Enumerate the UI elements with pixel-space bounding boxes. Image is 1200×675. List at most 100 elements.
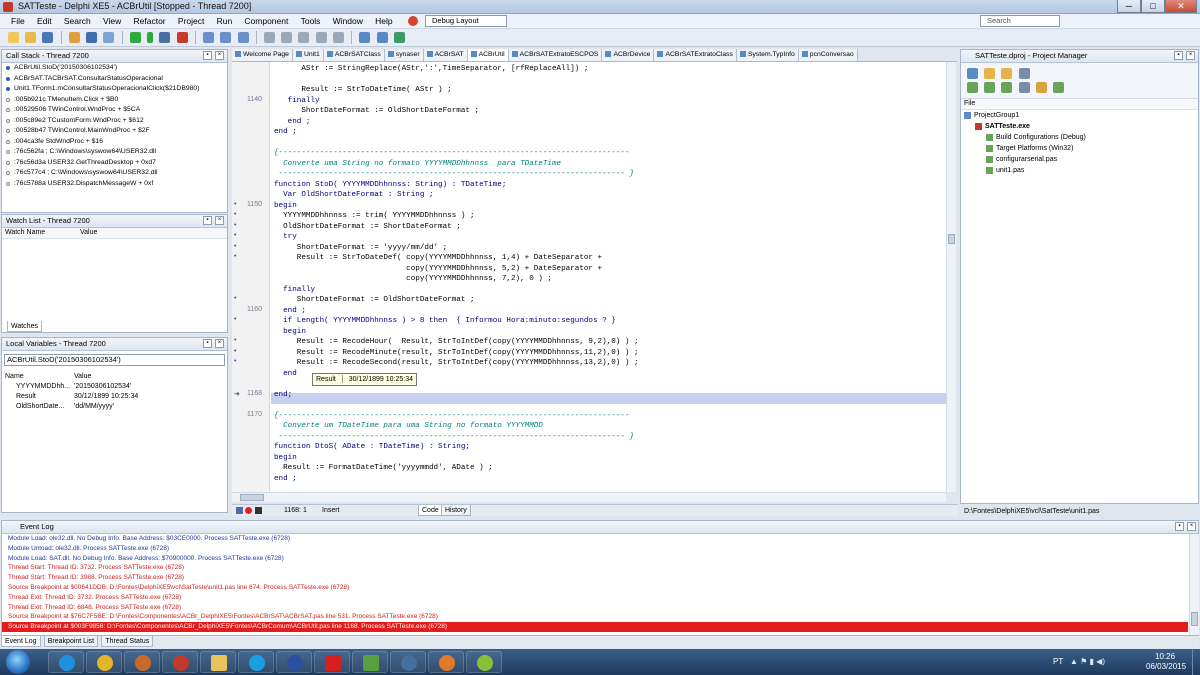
language-indicator[interactable]: PT (1053, 657, 1063, 666)
align-left-icon[interactable] (263, 32, 275, 43)
pause-icon[interactable] (159, 32, 171, 43)
new-icon[interactable] (8, 32, 19, 43)
align-center-icon[interactable] (281, 32, 293, 43)
event-log-row[interactable]: Module Unload: ole32.dll. Process SATTes… (2, 544, 1188, 554)
event-log-row[interactable]: Thread Exit: Thread ID: 6848. Process SA… (2, 603, 1188, 613)
local-variable-row[interactable]: Result 30/12/1899 10:25:34 (2, 392, 227, 402)
breakpoint-dot-icon[interactable]: • (234, 358, 239, 365)
close-panel-icon[interactable]: × (215, 216, 224, 225)
build-icon[interactable] (1035, 82, 1047, 93)
step-over-icon[interactable] (203, 32, 215, 43)
event-log-row[interactable]: Source Breakpoint at $00641DDB: D:\Fonte… (2, 583, 1188, 593)
editor-tab[interactable]: pcnConversao (798, 49, 858, 61)
taskbar-java[interactable] (428, 651, 464, 673)
menu-window[interactable]: Window (328, 14, 368, 29)
activate-icon[interactable] (967, 68, 978, 79)
layout-combo[interactable]: Debug Layout (425, 15, 507, 27)
local-col-value[interactable]: Value (74, 372, 91, 382)
close-button[interactable]: ✕ (1165, 0, 1197, 13)
grid-icon[interactable] (315, 32, 327, 43)
local-variables-combo[interactable]: ACBrUtil.StoD('20150306102534') (4, 354, 225, 366)
clock-time[interactable]: 10:26 (1155, 652, 1175, 661)
save-all-icon[interactable] (86, 32, 98, 43)
local-col-name[interactable]: Name (5, 372, 24, 382)
open-project-icon[interactable] (68, 32, 80, 43)
options-icon[interactable] (1018, 68, 1030, 79)
editor-hscrollbar[interactable] (232, 492, 946, 502)
tab-breakpoint-list[interactable]: Breakpoint List (43, 636, 99, 647)
new-item-icon[interactable] (984, 68, 996, 79)
menu-view[interactable]: View (98, 14, 126, 29)
start-button[interactable] (6, 650, 30, 674)
compile-icon[interactable] (1053, 82, 1065, 93)
show-desktop-button[interactable] (1192, 649, 1200, 675)
view-icon[interactable] (1018, 82, 1030, 93)
breakpoint-dot-icon[interactable]: • (234, 243, 239, 250)
project-tree-item[interactable]: unit1.pas (961, 165, 1198, 176)
project-tree-item[interactable]: SATTeste.exe (961, 121, 1198, 132)
sync-icon[interactable] (967, 82, 978, 93)
add-file-icon[interactable] (103, 32, 115, 43)
run-to-cursor-icon[interactable] (237, 32, 249, 43)
maximize-button[interactable]: □ (1141, 0, 1165, 13)
project-tree-item[interactable]: Target Platforms (Win32) (961, 143, 1198, 154)
pin-icon[interactable]: ▪ (203, 216, 212, 225)
editor-tab[interactable]: ACBrUtil (467, 49, 509, 61)
run-icon[interactable] (129, 32, 141, 43)
editor-tab[interactable]: ACBrDevice (602, 49, 655, 61)
menu-tools[interactable]: Tools (296, 14, 326, 29)
editor-tab[interactable]: ACBrSATExtratoClass (654, 49, 737, 61)
editor-tab[interactable]: Welcome Page (232, 49, 293, 61)
menu-refactor[interactable]: Refactor (129, 14, 171, 29)
breakpoint-dot-icon[interactable]: • (234, 222, 239, 229)
taskbar-app9[interactable] (352, 651, 388, 673)
breakpoint-dot-icon[interactable]: • (234, 232, 239, 239)
collapse-icon[interactable] (1001, 82, 1013, 93)
search-input[interactable]: Search (980, 15, 1060, 27)
close-panel-icon[interactable]: × (1187, 522, 1196, 531)
taskbar-chrome[interactable] (86, 651, 122, 673)
breakpoint-dot-icon[interactable]: • (234, 348, 239, 355)
event-log-row[interactable]: Thread Start: Thread ID: 3732. Process S… (2, 563, 1188, 573)
editor-vscrollbar[interactable] (946, 62, 956, 492)
call-stack-item[interactable]: :00529506 TWinControl.WndProc + $5CA (2, 105, 227, 116)
breakpoint-dot-icon[interactable]: • (234, 201, 239, 208)
minimize-button[interactable]: ─ (1117, 0, 1141, 13)
taskbar-explorer[interactable] (200, 651, 236, 673)
call-stack-item[interactable]: :004ca3fe StdWndProc + $16 (2, 137, 227, 148)
event-log-row[interactable]: Thread Start: Thread ID: 3988. Process S… (2, 573, 1188, 583)
menu-project[interactable]: Project (173, 14, 209, 29)
breakpoint-dot-icon[interactable]: • (234, 211, 239, 218)
tab-code[interactable]: Code (418, 505, 443, 516)
event-log-row[interactable]: Module Load: SAT.dll. No Debug Info. Bas… (2, 554, 1188, 564)
size-icon[interactable] (332, 32, 344, 43)
taskbar-delphi[interactable] (162, 651, 198, 673)
editor-tab[interactable]: ACBrSATClass (323, 49, 385, 61)
menu-search[interactable]: Search (59, 14, 96, 29)
project-tree-item[interactable]: configurarserial.pas (961, 154, 1198, 165)
breakpoint-dot-icon[interactable]: • (234, 253, 239, 260)
layout-icon[interactable] (408, 16, 418, 26)
taskbar-skype[interactable] (238, 651, 274, 673)
call-stack-item[interactable]: :76c562fa ; C:\Windows\syswow64\USER32.d… (2, 147, 227, 158)
bookmark-icon[interactable] (393, 32, 405, 43)
taskbar-app3[interactable] (124, 651, 160, 673)
breakpoint-dot-icon[interactable]: • (234, 337, 239, 344)
tab-history[interactable]: History (441, 505, 471, 516)
close-panel-icon[interactable]: × (215, 51, 224, 60)
taskbar-postgres[interactable] (390, 651, 426, 673)
tab-event-log[interactable]: Event Log (1, 636, 41, 647)
editor-tab[interactable]: ACBrSATExtratoESCPOS (508, 49, 603, 61)
pin-icon[interactable]: ▪ (1174, 51, 1183, 60)
trace-into-icon[interactable] (220, 32, 232, 43)
call-stack-item[interactable]: :00528b47 TWinControl.MainWndProc + $2F (2, 126, 227, 137)
watch-col-name[interactable]: Watch Name (5, 228, 45, 238)
taskbar-ie[interactable] (48, 651, 84, 673)
breakpoint-dot-icon[interactable]: • (234, 295, 239, 302)
local-variable-row[interactable]: YYYYMMDDhh... '20150306102534' (2, 382, 227, 392)
menu-component[interactable]: Component (239, 14, 293, 29)
open-icon[interactable] (25, 32, 37, 43)
tab-thread-status[interactable]: Thread Status (101, 636, 154, 647)
forward-icon[interactable] (376, 32, 388, 43)
close-panel-icon[interactable]: × (1186, 51, 1195, 60)
